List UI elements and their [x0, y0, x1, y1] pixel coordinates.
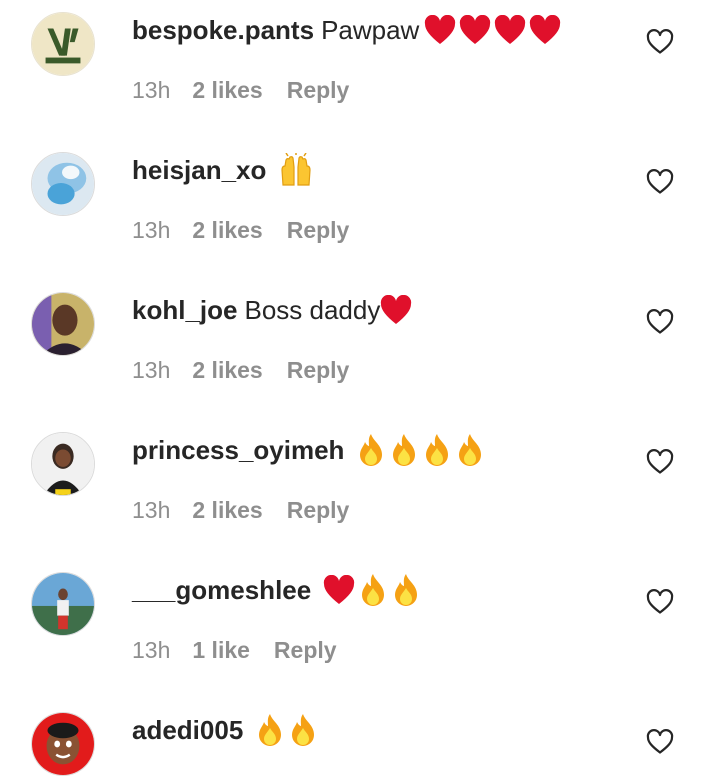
comment-likes-count[interactable]: 2 likes: [192, 212, 262, 248]
comment-username[interactable]: princess_oyimeh: [132, 430, 344, 470]
fire-emoji: [393, 434, 416, 466]
comment-emojis: [323, 573, 424, 607]
red-heart-emoji: [495, 15, 526, 44]
fire-emoji: [459, 434, 482, 466]
comment-emojis: [278, 153, 317, 187]
comment-item: kohl_joe Boss daddy 13h 2 likes Reply: [0, 280, 720, 420]
fire-emoji: [426, 434, 449, 466]
fire-emoji: [362, 574, 385, 606]
fire-emoji: [360, 434, 383, 466]
heart-outline-icon[interactable]: [646, 168, 674, 196]
heart-outline-icon[interactable]: [646, 308, 674, 336]
comment-likes-count[interactable]: 2 likes: [192, 72, 262, 108]
avatar[interactable]: [31, 432, 95, 496]
fire-emoji: [395, 574, 418, 606]
comment-emojis: [255, 713, 321, 747]
comment-username[interactable]: ___gomeshlee: [132, 570, 311, 610]
red-heart-emoji: [324, 575, 355, 604]
comment-likes-count[interactable]: 2 likes: [192, 492, 262, 528]
comment-username[interactable]: heisjan_xo: [132, 150, 266, 190]
fire-emoji: [292, 714, 315, 746]
comment-timestamp: 13h: [132, 497, 171, 523]
comment-item: bespoke.pants Pawpaw 13h 2 likes Reply: [0, 0, 720, 140]
comment-item: adedi005: [0, 700, 720, 781]
red-heart-emoji: [381, 295, 412, 324]
heart-outline-icon[interactable]: [646, 728, 674, 756]
reply-button[interactable]: Reply: [287, 492, 350, 528]
comment-text: Pawpaw: [321, 15, 420, 45]
comment-emojis: [380, 295, 415, 325]
comment-text: Boss daddy: [244, 295, 381, 325]
avatar[interactable]: [31, 572, 95, 636]
reply-button[interactable]: Reply: [287, 212, 350, 248]
red-heart-emoji: [530, 15, 561, 44]
comment-username[interactable]: adedi005: [132, 710, 243, 750]
comment-item: princess_oyimeh 13h 2 likes Reply: [0, 420, 720, 560]
comment-username[interactable]: kohl_joe: [132, 290, 237, 330]
avatar[interactable]: [31, 712, 95, 776]
comment-timestamp: 13h: [132, 637, 171, 663]
avatar[interactable]: [31, 292, 95, 356]
raising-hands-emoji: [281, 153, 312, 186]
comment-emojis: [356, 433, 488, 467]
comment-emojis: [424, 15, 564, 45]
heart-outline-icon[interactable]: [646, 448, 674, 476]
comment-timestamp: 13h: [132, 77, 171, 103]
reply-button[interactable]: Reply: [287, 352, 350, 388]
comment-timestamp: 13h: [132, 217, 171, 243]
reply-button[interactable]: Reply: [274, 632, 337, 668]
comment-likes-count[interactable]: 2 likes: [192, 352, 262, 388]
avatar[interactable]: [31, 152, 95, 216]
heart-outline-icon[interactable]: [646, 588, 674, 616]
comment-username[interactable]: bespoke.pants: [132, 10, 314, 50]
comment-likes-count[interactable]: 1 like: [192, 632, 250, 668]
red-heart-emoji: [425, 15, 456, 44]
reply-button[interactable]: Reply: [287, 72, 350, 108]
comments-list: bespoke.pants Pawpaw 13h 2 likes Reply h…: [0, 0, 720, 781]
comment-item: heisjan_xo 13h 2 likes Reply: [0, 140, 720, 280]
comment-item: ___gomeshlee 13h 1 like Reply: [0, 560, 720, 700]
comment-timestamp: 13h: [132, 357, 171, 383]
heart-outline-icon[interactable]: [646, 28, 674, 56]
red-heart-emoji: [460, 15, 491, 44]
fire-emoji: [259, 714, 282, 746]
avatar[interactable]: [31, 12, 95, 76]
